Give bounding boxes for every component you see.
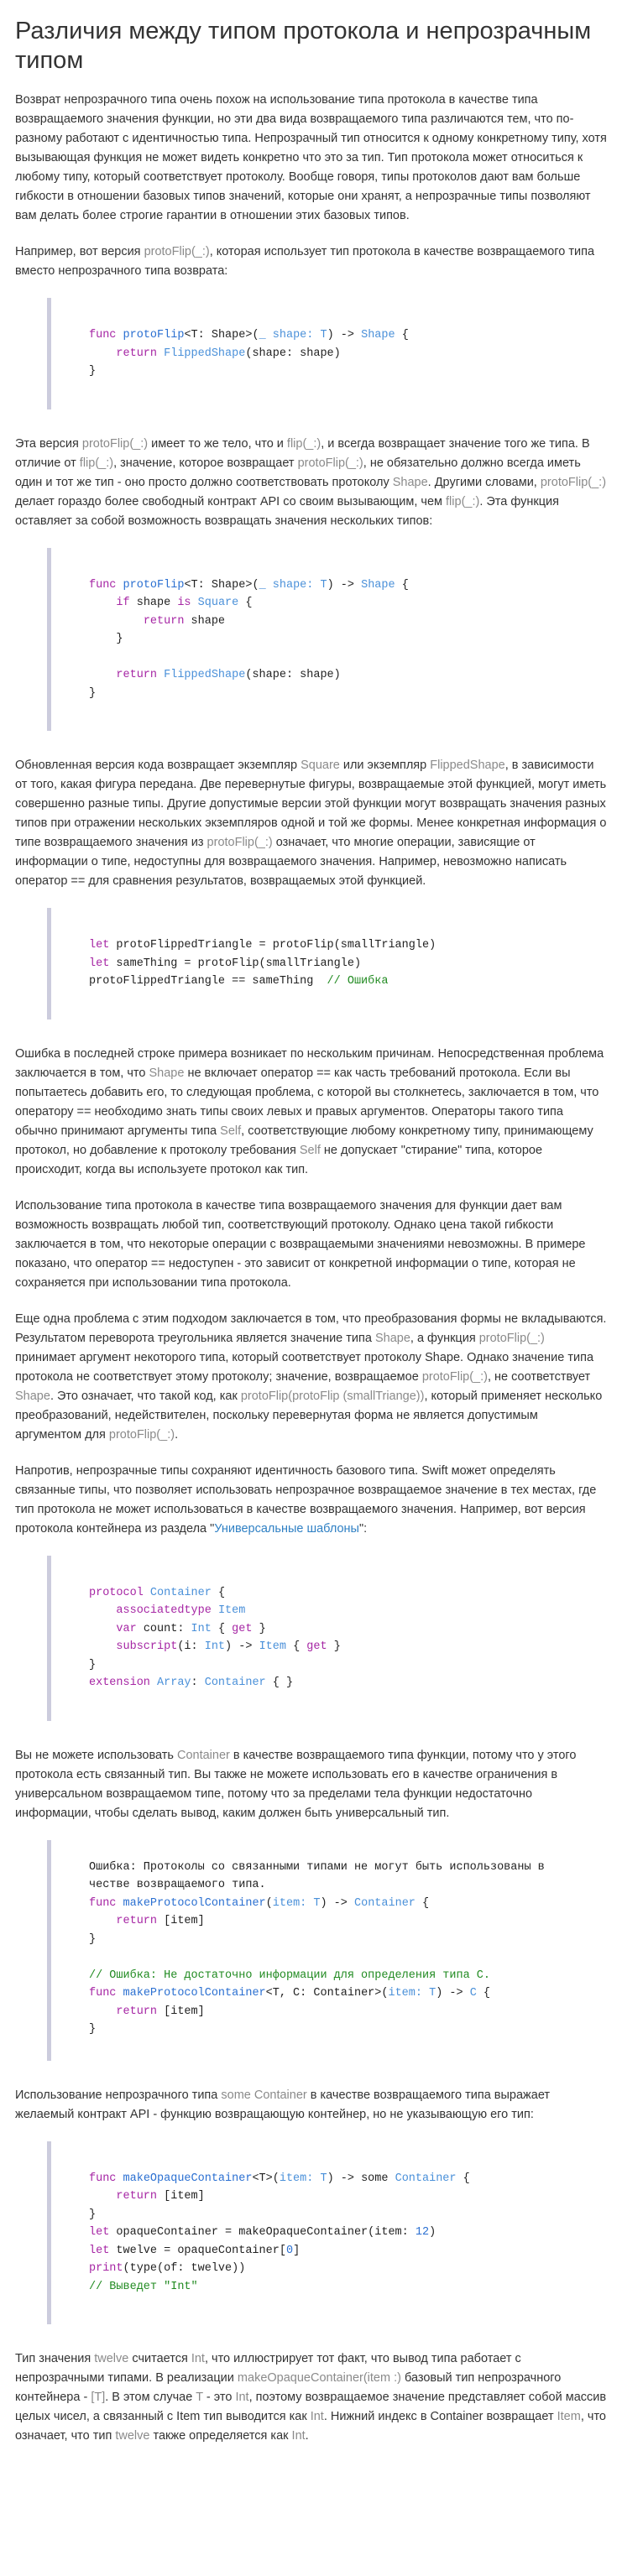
code-ref: T bbox=[196, 2391, 203, 2404]
code-ref: protoFlip(_:) bbox=[297, 456, 363, 470]
code-ref: flip(_:) bbox=[286, 436, 321, 451]
code-line: // Ошибка: Не достаточно информации для … bbox=[89, 1969, 490, 1982]
code-ref: Shape bbox=[149, 1066, 185, 1080]
code-line: Ошибка: Протоколы со связанными типами н… bbox=[89, 1860, 545, 1874]
paragraph-type-inference: Тип значения twelve считается Int, что и… bbox=[15, 2352, 607, 2443]
code-line: честве возвращаемого типа. bbox=[89, 1879, 266, 1891]
code-line: } bbox=[89, 365, 97, 378]
code-ref: protoFlip(_:) bbox=[81, 436, 149, 451]
code-ref: Self bbox=[299, 1143, 321, 1157]
code-line: extension Array: Container { } bbox=[89, 1676, 294, 1689]
code-line: return shape bbox=[143, 614, 226, 628]
code-ref: Container bbox=[176, 1748, 230, 1762]
code-ref: makeOpaqueContainer(item :) bbox=[237, 2371, 401, 2385]
code-ref: protoFlip(_:) bbox=[108, 1427, 175, 1442]
paragraph-error-reasons: Ошибка в последней строке примера возник… bbox=[15, 1046, 604, 1176]
code-ref: protoFlip(_:) bbox=[421, 1369, 488, 1384]
code-line: return [item] bbox=[116, 2005, 205, 2018]
code-line: func makeProtocolContainer<T, C: Contain… bbox=[89, 1987, 491, 2000]
paragraph-opaque-identity: Напротив, непрозрачные типы сохраняют ид… bbox=[15, 1463, 597, 1536]
code-line: subscript(i: Int) -> Item { get } bbox=[116, 1640, 341, 1653]
code-line: if shape is Square { bbox=[116, 597, 253, 609]
code-line: } bbox=[89, 2208, 97, 2221]
paragraph-flexibility-cost: Использование типа протокола в качестве … bbox=[15, 1198, 586, 1290]
code-ref: Shape bbox=[15, 1389, 50, 1403]
code-ref: Int bbox=[191, 2352, 205, 2365]
code-line: return [item] bbox=[116, 2190, 205, 2203]
paragraph-nesting-problem: Еще одна проблема с этим подходом заключ… bbox=[15, 1311, 607, 1442]
code-ref: protoFlip(protoFlip (smallTriange)) bbox=[240, 1389, 425, 1403]
code-line: return FlippedShape(shape: shape) bbox=[116, 347, 341, 360]
code-block: func protoFlip<T: Shape>(_ shape: T) -> … bbox=[47, 298, 607, 409]
code-line: let sameThing = protoFlip(smallTriangle) bbox=[89, 957, 362, 970]
paragraph-some-container: Использование непрозрачного типа some Co… bbox=[15, 2088, 551, 2121]
code-ref: some Container bbox=[221, 2088, 307, 2102]
code-line: let protoFlippedTriangle = protoFlip(sma… bbox=[89, 939, 436, 952]
code-line: func protoFlip<T: Shape>(_ shape: T) -> … bbox=[89, 329, 409, 342]
code-line: func makeProtocolContainer(item: T) -> C… bbox=[89, 1896, 430, 1910]
code-line: let twelve = opaqueContainer[0] bbox=[89, 2244, 301, 2257]
code-ref: Int bbox=[310, 2410, 324, 2423]
paragraph-protoflip-intro: Например, вот версия protoFlip(_:), кото… bbox=[15, 245, 595, 278]
code-ref: twelve bbox=[94, 2352, 129, 2365]
code-ref: Shape bbox=[392, 475, 428, 489]
paragraph-updated-version: Обновленная версия кода возвращает экзем… bbox=[15, 759, 607, 888]
code-line: var count: Int { get } bbox=[116, 1622, 266, 1635]
code-ref: FlippedShape bbox=[430, 759, 505, 772]
code-line: func makeOpaqueContainer<T>(item: T) -> … bbox=[89, 2172, 470, 2185]
code-block: func protoFlip<T: Shape>(_ shape: T) -> … bbox=[47, 547, 607, 731]
page-title: Различия между типом протокола и непрозр… bbox=[15, 18, 592, 74]
code-line: return [item] bbox=[116, 1915, 205, 1927]
code-ref: [T] bbox=[91, 2391, 106, 2404]
code-ref: protoFlip(_:) bbox=[206, 836, 273, 849]
code-ref: Square bbox=[301, 759, 340, 772]
code-ref: Int bbox=[235, 2391, 249, 2404]
paragraph-intro: Возврат непрозрачного типа очень похож н… bbox=[15, 93, 607, 222]
code-ref: flip(_:) bbox=[79, 456, 114, 470]
generics-link[interactable]: Универсальные шаблоны bbox=[214, 1522, 359, 1536]
code-ref: Self bbox=[220, 1124, 242, 1138]
code-ref: protoFlip(_:) bbox=[144, 245, 210, 258]
code-line: } bbox=[89, 1932, 97, 1946]
code-line: protocol Container { bbox=[89, 1586, 226, 1599]
code-line: protoFlippedTriangle == sameThing // Оши… bbox=[89, 975, 389, 988]
code-block: Ошибка: Протоколы со связанными типами н… bbox=[47, 1839, 607, 2061]
code-line: associatedtype Item bbox=[116, 1604, 246, 1617]
code-line: } bbox=[89, 2023, 97, 2036]
code-ref: twelve bbox=[115, 2429, 150, 2443]
code-block: let protoFlippedTriangle = protoFlip(sma… bbox=[47, 908, 607, 1019]
code-line: // Выведет "Int" bbox=[89, 2280, 198, 2293]
code-block: protocol Container { associatedtype Item… bbox=[47, 1555, 607, 1721]
code-line: return FlippedShape(shape: shape) bbox=[116, 669, 341, 681]
code-line: } bbox=[89, 1658, 97, 1671]
paragraph-protoflip-contract: Эта версия protoFlip(_:) имеет то же тел… bbox=[15, 436, 607, 528]
code-ref: Int bbox=[291, 2429, 306, 2443]
code-line: } bbox=[89, 686, 97, 700]
code-block: func makeOpaqueContainer<T>(item: T) -> … bbox=[47, 2141, 607, 2324]
code-ref: Item bbox=[557, 2410, 581, 2423]
paragraph-container-limits: Вы не можете использовать Container в ка… bbox=[15, 1748, 577, 1820]
code-ref: flip(_:) bbox=[446, 494, 480, 508]
code-ref: protoFlip(_:) bbox=[540, 475, 607, 489]
code-line: } bbox=[89, 633, 123, 645]
code-ref: protoFlip(_:) bbox=[478, 1331, 545, 1345]
code-ref: Shape bbox=[374, 1331, 410, 1345]
article: Различия между типом протокола и непрозр… bbox=[0, 0, 622, 2446]
code-line: print(type(of: twelve)) bbox=[89, 2262, 246, 2275]
code-line: func protoFlip<T: Shape>(_ shape: T) -> … bbox=[89, 578, 409, 592]
code-line: let opaqueContainer = makeOpaqueContaine… bbox=[89, 2226, 436, 2239]
